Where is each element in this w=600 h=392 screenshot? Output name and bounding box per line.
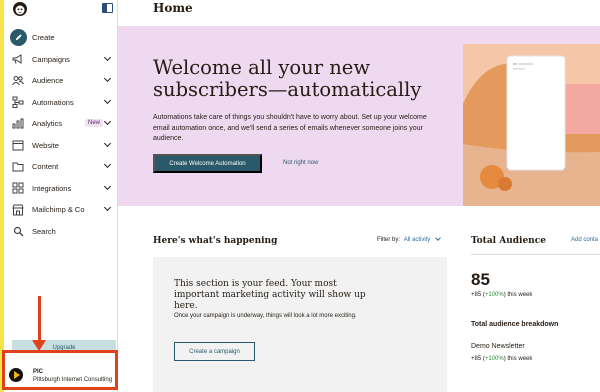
annotation-arrow-head bbox=[32, 340, 46, 351]
sidebar-item-automations[interactable]: Automations bbox=[4, 92, 117, 114]
folder-icon bbox=[11, 160, 25, 174]
chevron-down-icon bbox=[103, 160, 112, 169]
sidebar-item-audience[interactable]: Audience bbox=[4, 70, 117, 92]
collapse-sidebar-icon[interactable] bbox=[102, 3, 113, 13]
pencil-icon bbox=[10, 29, 27, 47]
people-icon bbox=[11, 74, 25, 88]
sidebar-item-label: Create bbox=[32, 33, 55, 43]
sidebar-item-label: Audience bbox=[32, 76, 64, 86]
create-campaign-button[interactable]: Create a campaign bbox=[174, 342, 255, 361]
browser-window-icon bbox=[11, 138, 25, 152]
sidebar-item-label: Integrations bbox=[32, 183, 72, 193]
sidebar-item-label: Campaigns bbox=[32, 54, 70, 64]
filter-label: Filter by: bbox=[377, 237, 401, 243]
sidebar-nav: Create Campaigns Audience Automations An… bbox=[4, 27, 117, 242]
total-audience-title: Total Audience bbox=[471, 236, 546, 246]
sidebar-item-analytics[interactable]: Analytics New bbox=[4, 113, 117, 135]
audience-growth: +85 (+100%) this week bbox=[471, 292, 532, 298]
sidebar-item-label: Mailchimp & Co bbox=[32, 205, 85, 215]
chevron-down-icon bbox=[103, 203, 112, 212]
bar-chart-icon bbox=[11, 117, 25, 131]
sidebar: Create Campaigns Audience Automations An… bbox=[4, 0, 118, 392]
divider bbox=[471, 254, 600, 255]
account-switcher[interactable]: PIC Pittsburgh Internet Consulting bbox=[2, 350, 118, 390]
growth-prefix: +85 ( bbox=[471, 356, 485, 362]
new-badge: New bbox=[85, 119, 104, 127]
chevron-down-icon bbox=[103, 182, 112, 190]
sidebar-item-content[interactable]: Content bbox=[4, 156, 117, 178]
grid-icon bbox=[11, 181, 25, 195]
feed-empty-body: Once your campaign is underway, things w… bbox=[174, 313, 357, 319]
sidebar-item-label: Content bbox=[32, 162, 59, 172]
chevron-down-icon bbox=[103, 117, 112, 126]
account-abbreviation: PIC bbox=[33, 369, 44, 375]
sidebar-item-create[interactable]: Create bbox=[4, 27, 117, 49]
hero-description: Automations take care of things you shou… bbox=[153, 114, 427, 142]
automation-icon bbox=[11, 95, 25, 109]
growth-suffix: ) this week bbox=[503, 356, 533, 362]
welcome-automation-banner: Welcome all your new subscribers—automat… bbox=[118, 26, 600, 206]
audience-count: 85 bbox=[471, 270, 490, 289]
store-icon bbox=[11, 203, 25, 217]
growth-suffix: ) this week bbox=[503, 292, 533, 298]
feed-heading: Here's what's happening bbox=[153, 236, 278, 246]
activity-filter[interactable]: Filter by: All activity bbox=[377, 234, 441, 243]
chevron-down-icon bbox=[435, 234, 441, 241]
list-growth: +85 (+100%) this week bbox=[471, 356, 532, 362]
create-welcome-automation-button[interactable]: Create Welcome Automation bbox=[153, 154, 262, 173]
sidebar-item-label: Website bbox=[32, 140, 59, 150]
megaphone-icon bbox=[11, 52, 25, 66]
sidebar-item-search[interactable]: Search bbox=[4, 221, 117, 243]
hero-title: Welcome all your new subscribers—automat… bbox=[153, 56, 422, 101]
page-title: Home bbox=[153, 1, 193, 15]
sidebar-item-campaigns[interactable]: Campaigns bbox=[4, 49, 117, 71]
annotation-arrow bbox=[38, 296, 41, 342]
feed-empty-state: This section is your feed. Your most imp… bbox=[153, 257, 447, 392]
chevron-down-icon bbox=[103, 139, 112, 147]
sidebar-item-label: Analytics bbox=[32, 119, 63, 129]
sidebar-item-label: Automations bbox=[32, 97, 74, 107]
growth-percent: +100% bbox=[484, 356, 504, 362]
account-name: Pittsburgh Internet Consulting bbox=[33, 377, 113, 383]
sidebar-item-label: Search bbox=[32, 226, 56, 236]
audience-breakdown-title: Total audience breakdown bbox=[471, 321, 559, 328]
search-icon bbox=[11, 224, 25, 238]
growth-prefix: +85 ( bbox=[471, 292, 485, 298]
chevron-down-icon bbox=[103, 53, 112, 61]
not-right-now-link[interactable]: Not right now bbox=[283, 160, 318, 166]
mailchimp-logo-icon[interactable] bbox=[12, 1, 28, 17]
growth-percent: +100% bbox=[484, 292, 504, 298]
feed-empty-title: This section is your feed. Your most imp… bbox=[174, 279, 366, 311]
hero-illustration bbox=[463, 44, 600, 206]
chevron-down-icon bbox=[103, 74, 112, 83]
chevron-down-icon bbox=[103, 96, 112, 104]
add-contacts-link[interactable]: Add conta bbox=[571, 237, 598, 243]
sidebar-item-integrations[interactable]: Integrations bbox=[4, 178, 117, 200]
list-name[interactable]: Demo Newsletter bbox=[471, 343, 525, 350]
avatar bbox=[9, 368, 23, 382]
filter-value[interactable]: All activity bbox=[404, 237, 431, 243]
sidebar-item-mailchimp-co[interactable]: Mailchimp & Co bbox=[4, 199, 117, 221]
sidebar-item-website[interactable]: Website bbox=[4, 135, 117, 157]
